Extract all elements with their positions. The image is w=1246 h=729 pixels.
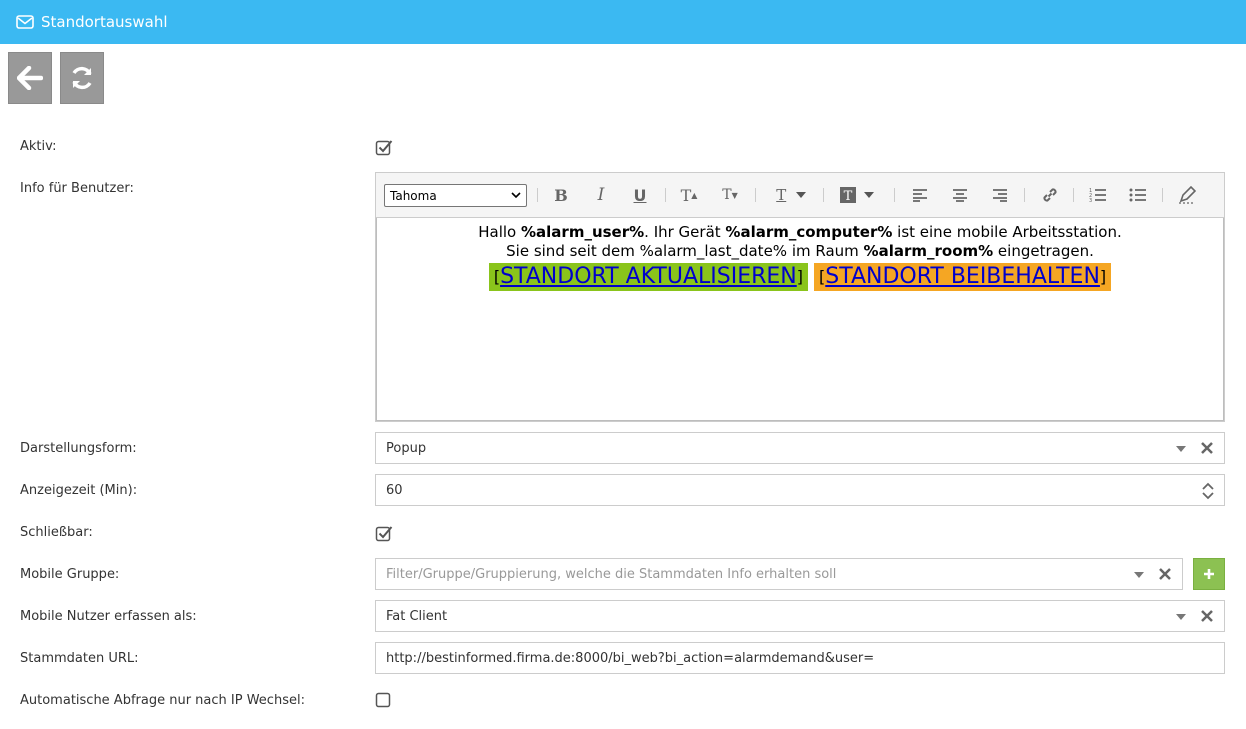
back-button[interactable] <box>8 52 52 104</box>
code-view-icon[interactable] <box>1178 186 1196 204</box>
darstellung-select[interactable]: Popup <box>375 432 1225 464</box>
stammdaten-url-label: Stammdaten URL: <box>20 651 139 666</box>
mobile-gruppe-label: Mobile Gruppe: <box>20 567 120 582</box>
aktiv-label: Aktiv: <box>20 139 57 154</box>
editor-toolbar: Tahoma B I U T ▲ T ▼ T T 1 2 3 <box>376 173 1224 218</box>
link-icon[interactable] <box>1041 186 1059 204</box>
editor-content[interactable]: Hallo %alarm_user%. Ihr Gerät %alarm_com… <box>376 218 1224 421</box>
editor-line-1: Hallo %alarm_user%. Ihr Gerät %alarm_com… <box>478 223 1122 241</box>
align-center-icon[interactable] <box>952 186 968 204</box>
anzeigezeit-label: Anzeigezeit (Min): <box>20 483 138 498</box>
window-title-bar: Standortauswahl <box>0 0 1246 44</box>
background-color-icon[interactable]: T <box>836 186 878 204</box>
underline-icon[interactable]: U <box>632 186 648 205</box>
stammdaten-url-input[interactable]: http://bestinformed.firma.de:8000/bi_web… <box>375 642 1225 674</box>
spinner-icon[interactable] <box>1202 481 1214 501</box>
mobile-gruppe-select[interactable]: Filter/Gruppe/Gruppierung, welche die St… <box>375 558 1183 590</box>
info-label: Info für Benutzer: <box>20 181 134 196</box>
chevron-down-icon[interactable] <box>1176 614 1186 620</box>
ordered-list-icon[interactable]: 1 2 3 <box>1089 186 1107 204</box>
keep-location-button[interactable]: [STANDORT BEIBEHALTEN] <box>814 263 1112 291</box>
align-left-icon[interactable] <box>912 186 928 204</box>
unordered-list-icon[interactable] <box>1129 186 1147 204</box>
schliessbar-checkbox[interactable] <box>375 524 393 542</box>
close-icon[interactable] <box>1200 441 1214 455</box>
mobile-nutzer-select[interactable]: Fat Client <box>375 600 1225 632</box>
font-color-icon[interactable]: T <box>771 186 811 204</box>
svg-text:3: 3 <box>1089 198 1092 204</box>
svg-text:T: T <box>844 189 853 203</box>
schliessbar-label: Schließbar: <box>20 525 93 540</box>
close-icon[interactable] <box>1200 609 1214 623</box>
add-group-button[interactable] <box>1193 558 1225 590</box>
bold-icon[interactable]: B <box>553 186 569 205</box>
italic-icon[interactable]: I <box>593 185 609 205</box>
font-select[interactable]: Tahoma <box>384 184 527 207</box>
refresh-button[interactable] <box>60 52 104 104</box>
auto-abfrage-checkbox[interactable] <box>375 692 393 710</box>
rich-text-editor[interactable]: Tahoma B I U T ▲ T ▼ T T 1 2 3 Hallo %al… <box>375 172 1225 422</box>
close-icon[interactable] <box>1158 567 1172 581</box>
mobile-nutzer-label: Mobile Nutzer erfassen als: <box>20 609 197 624</box>
editor-line-2: Sie sind seit dem %alarm_last_date% im R… <box>506 242 1094 260</box>
aktiv-checkbox[interactable] <box>375 138 393 156</box>
font-select-value: Tahoma <box>390 188 437 203</box>
stammdaten-url-value: http://bestinformed.firma.de:8000/bi_web… <box>386 650 875 666</box>
mobile-gruppe-placeholder: Filter/Gruppe/Gruppierung, welche die St… <box>386 566 837 582</box>
chevron-down-icon <box>511 192 521 199</box>
envelope-icon <box>16 15 34 29</box>
align-right-icon[interactable] <box>992 186 1008 204</box>
darstellung-label: Darstellungsform: <box>20 441 137 456</box>
chevron-down-icon[interactable] <box>1134 572 1144 578</box>
darstellung-value: Popup <box>386 440 427 456</box>
superscript-icon[interactable]: T ▲ <box>679 186 699 205</box>
anzeigezeit-input[interactable]: 60 <box>375 474 1225 506</box>
chevron-down-icon[interactable] <box>1176 446 1186 452</box>
plus-icon <box>1204 569 1214 579</box>
refresh-icon <box>72 66 92 90</box>
anzeigezeit-value: 60 <box>386 482 403 498</box>
arrow-left-icon <box>17 66 43 90</box>
update-location-button[interactable]: [STANDORT AKTUALISIEREN] <box>488 263 808 291</box>
auto-abfrage-label: Automatische Abfrage nur nach IP Wechsel… <box>20 693 305 708</box>
mobile-nutzer-value: Fat Client <box>386 608 448 624</box>
window-title: Standortauswahl <box>41 13 168 31</box>
subscript-icon[interactable]: T ▼ <box>720 186 740 204</box>
